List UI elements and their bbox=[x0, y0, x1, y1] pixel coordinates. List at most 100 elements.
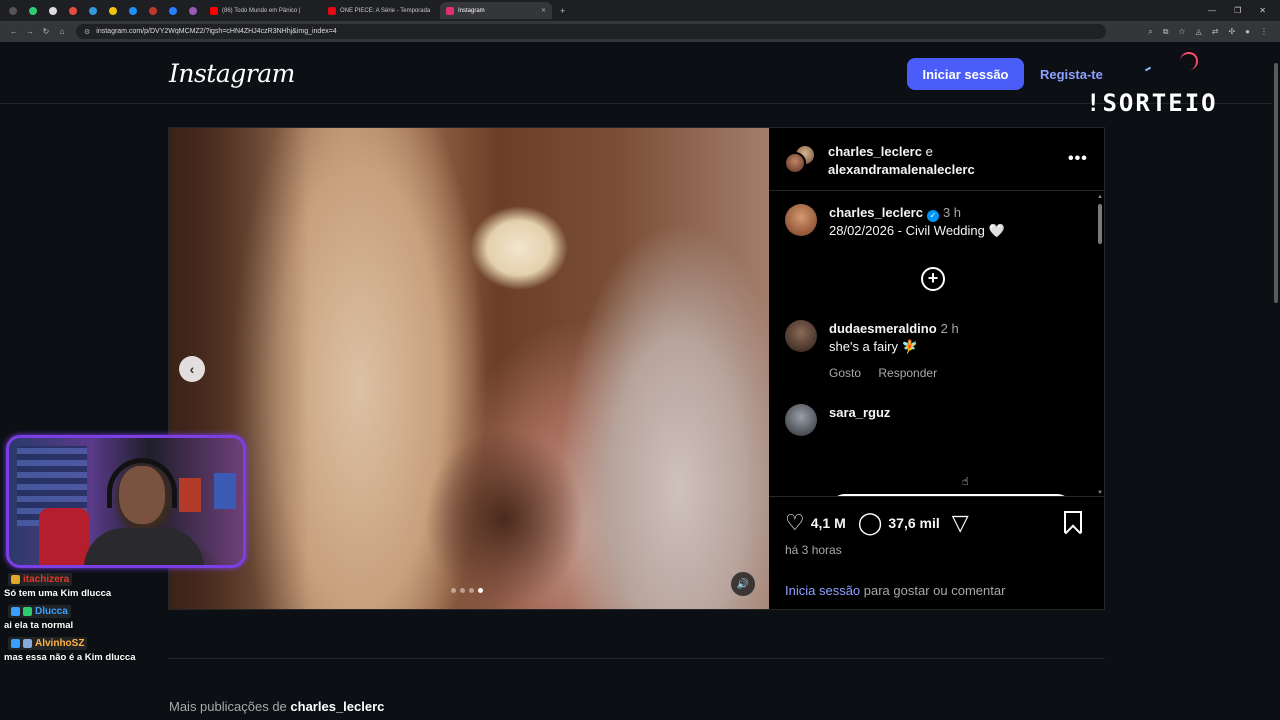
username[interactable]: sara_rguz bbox=[829, 405, 890, 420]
forward-icon[interactable]: → bbox=[22, 27, 38, 36]
browser-toolbar: ⌕ ⧉ ☆ ◬ ⇄ ✣ ● ⋮ bbox=[1148, 27, 1280, 37]
instagram-logo[interactable]: Instagram bbox=[169, 59, 295, 88]
chat-text: ai ela ta normal bbox=[4, 620, 74, 631]
pinned-tab-icon[interactable] bbox=[104, 3, 122, 19]
scroll-thumb[interactable] bbox=[1098, 204, 1102, 244]
extension-icon[interactable]: ◬ bbox=[1196, 27, 1202, 37]
browser-tab[interactable]: ONE PIECE: A Série - Temporada bbox=[322, 2, 440, 19]
menu-icon[interactable]: ⋮ bbox=[1260, 27, 1268, 37]
save-bookmark-icon[interactable] bbox=[1064, 511, 1082, 533]
pinned-tab-icon[interactable] bbox=[164, 3, 182, 19]
login-prompt-link[interactable]: Inicia sessão bbox=[785, 583, 860, 598]
comments-list: charles_leclerc ✓ 3 h 28/02/2026 - Civil W… bbox=[769, 192, 1104, 496]
carousel-dot bbox=[460, 588, 465, 593]
minimize-icon[interactable]: — bbox=[1208, 6, 1216, 15]
engagement-row: ♡ 4,1 M ◯ 37,6 mil ▽ bbox=[785, 511, 969, 535]
bookmark-star-icon[interactable]: ☆ bbox=[1178, 27, 1185, 37]
window-controls: — ❐ ✕ bbox=[1208, 6, 1280, 15]
close-window-icon[interactable]: ✕ bbox=[1259, 6, 1266, 15]
page-scroll-thumb[interactable] bbox=[1274, 63, 1278, 303]
comment-icon[interactable]: ◯ bbox=[858, 512, 883, 534]
tab-search-icon[interactable] bbox=[4, 3, 22, 19]
caption-text: 28/02/2026 - Civil Wedding 🤍 bbox=[829, 223, 1005, 238]
browser-tab[interactable]: (86) Todo Mundo em Pânico | bbox=[204, 2, 322, 19]
pinned-tab-icon[interactable] bbox=[144, 3, 162, 19]
back-icon[interactable]: ← bbox=[6, 27, 22, 36]
chat-nick: itachizera bbox=[23, 574, 70, 585]
post-container: ‹ 🔊 charles_leclerc e alexandramalenalec… bbox=[168, 127, 1105, 610]
audio-toggle-button[interactable]: 🔊 bbox=[731, 572, 755, 596]
scroll-up-icon[interactable]: ▲ bbox=[1097, 194, 1103, 200]
chat-nick: AlvinhoSZ bbox=[35, 638, 85, 649]
carousel-dot-active bbox=[478, 588, 483, 593]
url-input[interactable]: ⚙ instagram.com/p/DVY2WqMCMZ2/?igsh=cHN4… bbox=[76, 24, 1106, 39]
avatar[interactable] bbox=[785, 320, 817, 352]
giveaway-overlay-title: !SORTEIO bbox=[1086, 89, 1218, 117]
post-media[interactable]: ‹ 🔊 bbox=[169, 128, 769, 609]
post-authors: charles_leclerc e alexandramalenaleclerc bbox=[828, 144, 975, 177]
avatar[interactable] bbox=[785, 404, 817, 436]
post-sidebar: charles_leclerc e alexandramalenaleclerc… bbox=[769, 128, 1104, 609]
badge-icon bbox=[11, 639, 20, 648]
home-icon[interactable]: ⌂ bbox=[54, 27, 70, 36]
chat-message: AlvinhoSZ mas essa não é a Kim dlucca bbox=[4, 637, 204, 663]
comments-scrollbar[interactable]: ▲ ▼ bbox=[1096, 194, 1104, 496]
share-icon[interactable]: ▽ bbox=[952, 512, 969, 534]
sub-badge-icon bbox=[11, 575, 20, 584]
headphones-icon bbox=[107, 458, 177, 508]
post-footer: ♡ 4,1 M ◯ 37,6 mil ▽ há 3 horas Inicia s… bbox=[769, 496, 1104, 609]
youtube-icon bbox=[210, 6, 218, 15]
reload-icon[interactable]: ↻ bbox=[38, 27, 54, 36]
more-options-icon[interactable]: ••• bbox=[1068, 150, 1088, 168]
new-tab-icon[interactable]: + bbox=[560, 6, 565, 16]
carousel-dot bbox=[451, 588, 456, 593]
install-icon[interactable]: ⧉ bbox=[1163, 27, 1169, 37]
close-tab-icon[interactable]: ✕ bbox=[541, 7, 546, 14]
collab-avatars[interactable] bbox=[784, 144, 818, 174]
reply-button[interactable]: Responder bbox=[878, 366, 937, 380]
netflix-icon bbox=[328, 6, 336, 15]
media-shading bbox=[424, 428, 584, 609]
zoom-icon[interactable]: ⌕ bbox=[1148, 27, 1152, 37]
like-comment-button[interactable]: Gosto bbox=[829, 366, 861, 380]
author-link[interactable]: charles_leclerc bbox=[828, 144, 922, 159]
pinned-tab-icon[interactable] bbox=[124, 3, 142, 19]
chat-nick: Dlucca bbox=[35, 606, 68, 617]
browser-tab-active[interactable]: Instagram ✕ bbox=[440, 2, 552, 19]
section-divider bbox=[168, 658, 1105, 659]
post-timestamp: há 3 horas bbox=[785, 543, 842, 557]
post-header: charles_leclerc e alexandramalenaleclerc… bbox=[769, 128, 1104, 191]
carousel-dot bbox=[469, 588, 474, 593]
mouse-cursor-icon: ☝ bbox=[962, 476, 969, 488]
page-scrollbar[interactable] bbox=[1272, 43, 1280, 720]
username[interactable]: dudaesmeraldino bbox=[829, 321, 937, 336]
username[interactable]: charles_leclerc bbox=[829, 205, 923, 220]
badge-icon bbox=[23, 639, 32, 648]
load-more-comments-icon[interactable]: + bbox=[921, 267, 945, 291]
address-bar-row: ← → ↻ ⌂ ⚙ instagram.com/p/DVY2WqMCMZ2/?i… bbox=[0, 21, 1280, 42]
badge-icon bbox=[23, 607, 32, 616]
author-link[interactable]: alexandramalenaleclerc bbox=[828, 162, 975, 177]
register-link[interactable]: Regista-te bbox=[1040, 67, 1103, 82]
more-posts-user-link[interactable]: charles_leclerc bbox=[290, 699, 384, 714]
like-heart-icon[interactable]: ♡ bbox=[785, 512, 805, 534]
browser-tab-bar: (86) Todo Mundo em Pânico | ONE PIECE: A… bbox=[0, 0, 1280, 21]
pinned-tab-icon[interactable] bbox=[184, 3, 202, 19]
translate-icon[interactable]: ⇄ bbox=[1212, 27, 1219, 37]
restore-icon[interactable]: ❐ bbox=[1234, 6, 1241, 15]
chat-text: Só tem uma Kim dlucca bbox=[4, 588, 112, 599]
stream-chat: itachizera Só tem uma Kim dlucca Dlucca … bbox=[4, 573, 204, 669]
carousel-prev-button[interactable]: ‹ bbox=[179, 356, 205, 382]
streamer-webcam bbox=[6, 435, 246, 568]
profile-icon[interactable]: ● bbox=[1245, 27, 1250, 37]
site-info-icon[interactable]: ⚙ bbox=[84, 28, 90, 36]
login-button[interactable]: Iniciar sessão bbox=[907, 58, 1024, 90]
pinned-tab-icon[interactable] bbox=[44, 3, 62, 19]
pinned-tab-icon[interactable] bbox=[24, 3, 42, 19]
carousel-dots bbox=[451, 588, 483, 593]
avatar[interactable] bbox=[785, 204, 817, 236]
pinned-tab-icon[interactable] bbox=[64, 3, 82, 19]
pinned-tab-icon[interactable] bbox=[84, 3, 102, 19]
extensions-puzzle-icon[interactable]: ✣ bbox=[1228, 27, 1235, 37]
chat-message: itachizera Só tem uma Kim dlucca bbox=[4, 573, 204, 599]
